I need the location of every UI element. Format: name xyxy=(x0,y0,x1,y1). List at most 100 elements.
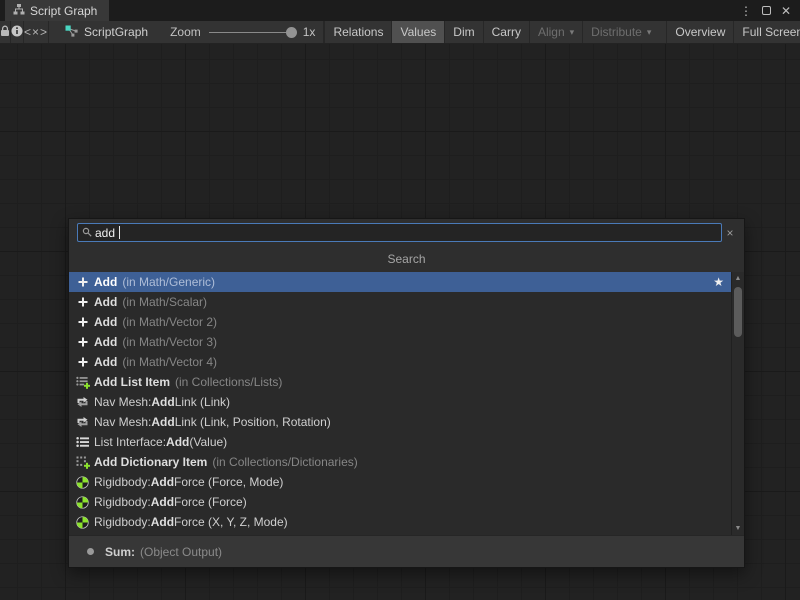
result-row[interactable]: List Interface: Add (Value) xyxy=(69,432,731,452)
result-match: Add xyxy=(94,275,117,289)
dropdown-caret-icon: ▾ xyxy=(570,27,575,38)
result-category: (in Math/Vector 2) xyxy=(122,315,217,329)
toolbar-button-label: Dim xyxy=(453,25,474,39)
toolbar-button-label: Distribute xyxy=(591,25,642,39)
result-suffix: Force (Force) xyxy=(174,495,247,509)
result-category: (in Collections/Dictionaries) xyxy=(212,455,357,469)
rigidbody-icon xyxy=(75,516,90,529)
result-prefix: Rigidbody: xyxy=(94,475,151,489)
toolbar-button-label: Full Screen xyxy=(742,25,800,39)
window-maximize-button[interactable] xyxy=(758,3,774,19)
list-icon xyxy=(75,436,90,448)
result-category: (in Collections/Lists) xyxy=(175,375,282,389)
result-match: Add xyxy=(94,315,117,329)
result-match: Add xyxy=(151,395,174,409)
script-graph-window: Script Graph ⋮ ✕ <×> ScriptGraph Zoom 1x… xyxy=(0,0,800,600)
zoom-slider[interactable] xyxy=(209,32,295,33)
toolbar-button-relations[interactable]: Relations xyxy=(324,21,391,43)
result-suffix: (Value) xyxy=(189,435,227,449)
plus-icon xyxy=(75,296,90,308)
toolbar-button-carry[interactable]: Carry xyxy=(483,21,529,43)
result-category: (in Math/Vector 4) xyxy=(122,355,217,369)
result-row[interactable]: Rigidbody: Add Force (Force, Mode) xyxy=(69,472,731,492)
result-row[interactable]: Add (in Math/Vector 2) xyxy=(69,312,731,332)
result-match: Add xyxy=(94,295,117,309)
lock-button[interactable] xyxy=(0,21,11,43)
scroll-down-icon[interactable]: ▼ xyxy=(732,524,744,534)
toolbar-button-overview[interactable]: Overview xyxy=(666,21,733,43)
list-add-icon xyxy=(75,376,90,389)
tab-script-graph[interactable]: Script Graph xyxy=(5,0,109,21)
code-view-button[interactable]: <×> xyxy=(24,21,49,43)
result-suffix: Link (Link) xyxy=(175,395,230,409)
info-button[interactable] xyxy=(11,21,24,43)
result-match: Add Dictionary Item xyxy=(94,455,207,469)
navmesh-icon xyxy=(75,416,90,428)
search-results: Add(in Math/Generic)★Add(in Math/Scalar)… xyxy=(69,272,744,536)
result-match: Add xyxy=(94,355,117,369)
toolbar-button-values[interactable]: Values xyxy=(391,21,444,43)
toolbar-button-label: Align xyxy=(538,25,565,39)
result-suffix: Force (Force, Mode) xyxy=(174,475,283,489)
toolbar-button-distribute[interactable]: Distribute ▾ xyxy=(582,21,659,43)
search-icon xyxy=(82,226,92,240)
result-row[interactable]: Add Dictionary Item (in Collections/Dicti… xyxy=(69,452,731,472)
kebab-menu-icon: ⋮ xyxy=(740,4,752,18)
result-match: Add List Item xyxy=(94,375,170,389)
result-prefix: Rigidbody: xyxy=(94,495,151,509)
result-match: Add xyxy=(94,335,117,349)
script-graph-node-icon xyxy=(65,25,78,40)
result-row[interactable]: Add List Item (in Collections/Lists) xyxy=(69,372,731,392)
graph-name-label: ScriptGraph xyxy=(84,25,148,39)
zoom-slider-thumb[interactable] xyxy=(286,27,297,38)
search-query-text: add xyxy=(95,226,115,240)
toolbar-button-label: Carry xyxy=(492,25,521,39)
plus-icon xyxy=(75,276,90,288)
toolbar-button-dim[interactable]: Dim xyxy=(444,21,482,43)
favorite-star-icon[interactable]: ★ xyxy=(713,275,724,289)
scrollbar[interactable]: ▲ ▼ xyxy=(731,272,744,536)
search-close-button[interactable]: × xyxy=(722,226,738,240)
toolbar-button-label: Overview xyxy=(675,25,725,39)
result-category: (in Math/Vector 3) xyxy=(122,335,217,349)
result-match: Add xyxy=(151,415,174,429)
search-row: add × xyxy=(69,219,744,246)
result-row[interactable]: Add (in Math/Vector 3) xyxy=(69,332,731,352)
maximize-icon xyxy=(762,6,771,15)
navmesh-icon xyxy=(75,396,90,408)
result-row[interactable]: Add (in Math/Vector 4) xyxy=(69,352,731,372)
close-icon: ✕ xyxy=(781,4,791,18)
result-suffix: Link (Link, Position, Rotation) xyxy=(175,415,331,429)
tab-title: Script Graph xyxy=(30,4,97,18)
dropdown-caret-icon: ▾ xyxy=(647,27,652,38)
graph-toolbar: <×> ScriptGraph Zoom 1x RelationsValuesD… xyxy=(0,21,800,44)
plus-icon xyxy=(75,336,90,348)
rigidbody-icon xyxy=(75,496,90,509)
result-row[interactable]: Rigidbody: Add Force (X, Y, Z, Mode) xyxy=(69,512,731,532)
result-rows: Add(in Math/Generic)★Add(in Math/Scalar)… xyxy=(69,272,731,532)
dict-add-icon xyxy=(75,456,90,469)
window-close-button[interactable]: ✕ xyxy=(778,3,794,19)
toolbar-button-label: Relations xyxy=(333,25,383,39)
toolbar-button-label: Values xyxy=(400,25,436,39)
toolbar-button-align[interactable]: Align ▾ xyxy=(529,21,582,43)
search-header: Search xyxy=(69,246,744,272)
result-row[interactable]: Nav Mesh: Add Link (Link) xyxy=(69,392,731,412)
search-input[interactable]: add xyxy=(77,223,722,242)
zoom-value: 1x xyxy=(303,25,316,39)
scrollbar-thumb[interactable] xyxy=(734,287,742,337)
toolbar-button-full-screen[interactable]: Full Screen xyxy=(733,21,800,43)
toolbar-buttons: Relations Values Dim Carry Align ▾ Distribute ▾… xyxy=(323,21,800,43)
result-row[interactable]: Rigidbody: Add Force (Force) xyxy=(69,492,731,512)
result-row[interactable]: Add(in Math/Generic)★ xyxy=(69,272,731,292)
popup-footer: Sum: (Object Output) xyxy=(69,535,744,567)
result-row[interactable]: Nav Mesh: Add Link (Link, Position, Rota… xyxy=(69,412,731,432)
footer-port-name: Sum: xyxy=(105,545,135,559)
rigidbody-icon xyxy=(75,476,90,489)
tab-bar-spacer xyxy=(109,0,738,21)
window-menu-button[interactable]: ⋮ xyxy=(738,3,754,19)
result-row[interactable]: Add(in Math/Scalar) xyxy=(69,292,731,312)
scroll-up-icon[interactable]: ▲ xyxy=(732,274,744,284)
result-prefix: Nav Mesh: xyxy=(94,415,151,429)
result-match: Add xyxy=(151,475,174,489)
